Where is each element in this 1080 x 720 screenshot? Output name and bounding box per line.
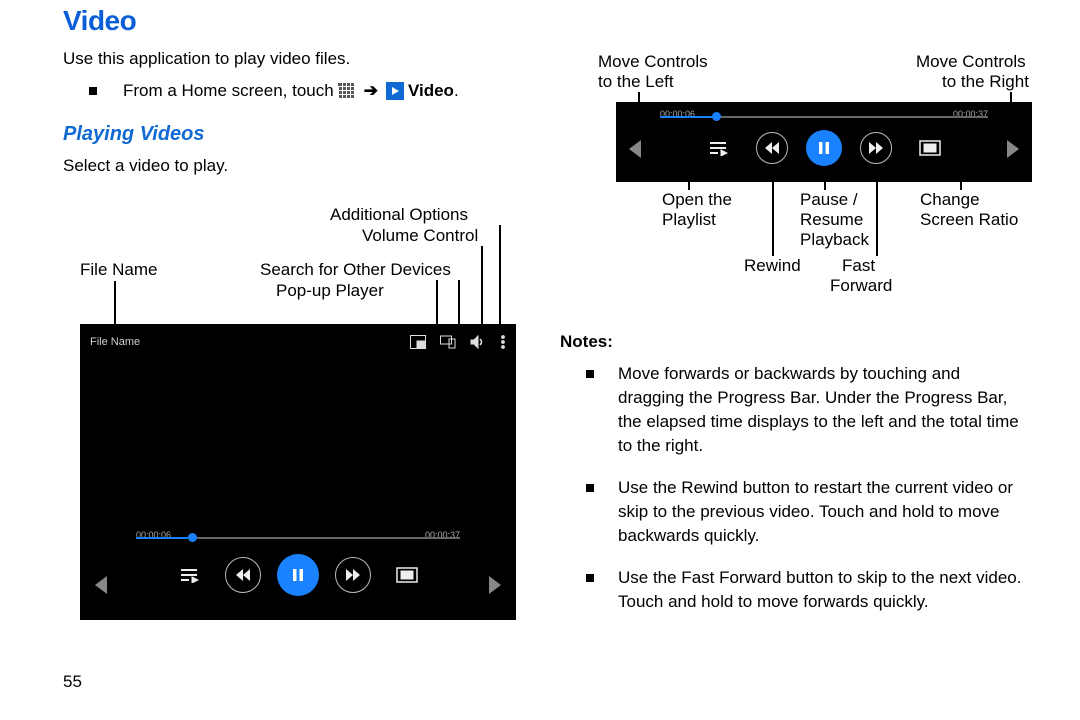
callout-ff-1: Fast [842,256,875,276]
note-item: Move forwards or backwards by touching a… [586,362,1026,458]
more-options-icon[interactable] [500,335,506,349]
callout-move-left-2: to the Left [598,72,674,92]
open-playlist-icon-zoom[interactable] [704,137,732,159]
notes-heading: Notes: [560,332,613,352]
search-devices-icon[interactable] [440,335,456,349]
callout-ff-2: Forward [830,276,892,296]
page-number: 55 [63,672,82,692]
video-app-icon [386,82,404,100]
note-item: Use the Fast Forward button to skip to t… [586,566,1026,614]
fast-forward-button-zoom[interactable] [860,132,892,164]
instr-period: . [454,81,459,101]
open-playlist-icon[interactable] [175,564,203,586]
callout-pause-1: Pause / [800,190,858,210]
callout-pause-2: Resume [800,210,863,230]
lead-additional [499,225,501,340]
callout-move-right-2: to the Right [942,72,1029,92]
rewind-button[interactable] [225,557,261,593]
move-controls-right-icon[interactable] [486,572,504,598]
instr-prefix: From a Home screen, touch [123,81,334,101]
video-player-screenshot: File Name 00:00:06 00:00:37 [80,324,516,620]
move-controls-right-icon-zoom[interactable] [1004,136,1022,162]
callout-popup-player: Pop-up Player [276,281,384,301]
lead-ff [876,172,878,256]
callout-open-playlist-2: Playlist [662,210,716,230]
callout-file-name: File Name [80,260,157,280]
lead-playlist [688,170,690,190]
intro-text: Use this application to play video files… [63,49,533,69]
playing-videos-heading: Playing Videos [63,123,533,146]
callout-move-left-1: Move Controls [598,52,708,72]
move-controls-left-icon-zoom[interactable] [626,136,644,162]
progress-bar[interactable]: 00:00:06 00:00:37 [136,528,460,548]
volume-icon[interactable] [470,335,486,349]
lead-rewind [772,172,774,256]
play-pause-button-zoom[interactable] [806,130,842,166]
callout-pause-3: Playback [800,230,869,250]
callout-change-1: Change [920,190,980,210]
fast-forward-button[interactable] [335,557,371,593]
lead-ratio [960,170,962,190]
callout-additional-opts: Additional Options [330,205,468,225]
instr-video-word: Video [408,81,454,101]
play-pause-button[interactable] [277,554,319,596]
callout-search-devices: Search for Other Devices [260,260,451,280]
screen-ratio-icon[interactable] [393,564,421,586]
callout-change-2: Screen Ratio [920,210,1018,230]
screen-ratio-icon-zoom[interactable] [916,137,944,159]
bullet-icon [89,87,97,95]
note-item: Use the Rewind button to restart the cur… [586,476,1026,548]
move-controls-left-icon[interactable] [92,572,110,598]
progress-bar-zoom[interactable]: 00:00:06 00:00:37 [660,102,988,130]
apps-grid-icon [338,82,356,100]
callout-open-playlist-1: Open the [662,190,732,210]
controls-bar-zoom: 00:00:06 00:00:37 [616,102,1032,182]
arrow-right-icon: ➔ [364,81,378,101]
callout-rewind: Rewind [744,256,801,276]
player-file-name: File Name [90,336,410,348]
callout-volume-control: Volume Control [362,226,478,246]
rewind-button-zoom[interactable] [756,132,788,164]
notes-list: Move forwards or backwards by touching a… [586,362,1026,632]
callout-move-right-1: Move Controls [916,52,1026,72]
section-heading: Video [63,5,533,37]
lead-pause [824,172,826,190]
select-video-text: Select a video to play. [63,156,533,176]
from-home-instruction: From a Home screen, touch ➔ Video . [63,81,533,101]
popup-player-icon[interactable] [410,335,426,349]
